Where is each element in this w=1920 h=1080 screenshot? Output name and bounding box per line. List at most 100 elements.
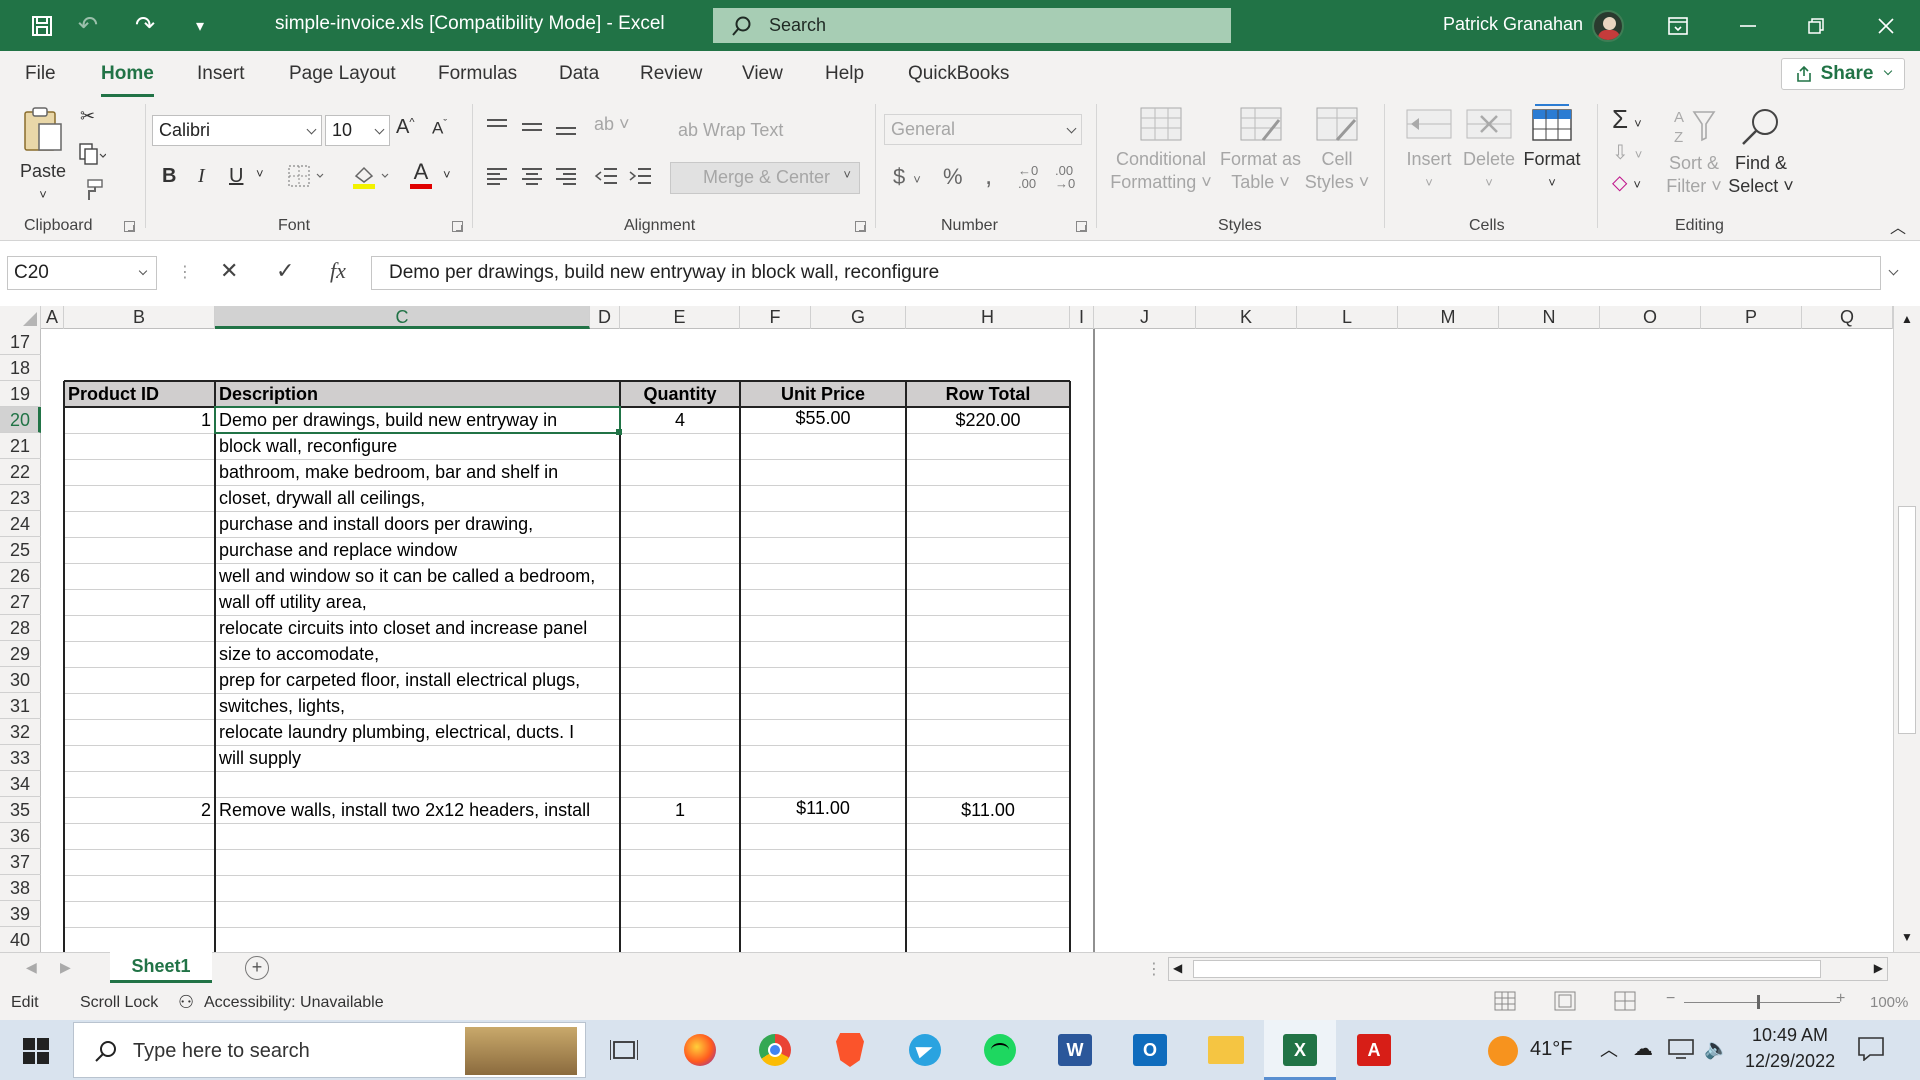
normal-view-icon[interactable] xyxy=(1494,991,1516,1016)
tab-file[interactable]: File xyxy=(25,63,56,85)
firefox-icon[interactable] xyxy=(684,1034,716,1066)
redo-icon[interactable]: ↷ xyxy=(125,0,165,51)
item1-unit-price[interactable]: $55.00 xyxy=(740,405,906,431)
item1-description-line[interactable]: wall off utility area, xyxy=(215,589,371,615)
clock-date[interactable]: 12/29/2022 xyxy=(1745,1051,1835,1072)
item1-description-line[interactable]: relocate laundry plumbing, electrical, d… xyxy=(215,719,578,745)
chrome-icon[interactable] xyxy=(759,1034,791,1066)
cut-icon[interactable]: ✂ xyxy=(80,106,95,127)
insert-function-icon[interactable]: fx xyxy=(330,258,346,284)
align-left-icon[interactable] xyxy=(486,166,508,191)
find-select-button[interactable]: Find & Select ˅ xyxy=(1728,106,1794,198)
item1-description-line[interactable]: prep for carpeted floor, install electri… xyxy=(215,667,584,693)
file-explorer-icon[interactable] xyxy=(1208,1036,1244,1064)
item1-description-line[interactable]: switches, lights, xyxy=(215,693,349,719)
title-search-box[interactable]: Search xyxy=(713,8,1231,43)
wrap-text-button[interactable]: ab Wrap Text xyxy=(678,120,783,141)
horizontal-scrollbar[interactable]: ◀ ▶ xyxy=(1168,957,1888,981)
format-as-table-button[interactable]: Format as Table ˅ xyxy=(1218,106,1303,194)
item1-description-line[interactable]: bathroom, make bedroom, bar and shelf in xyxy=(215,459,562,485)
spotify-icon[interactable] xyxy=(984,1034,1016,1066)
format-cells-button[interactable]: Format ˅ xyxy=(1521,102,1583,194)
clear-icon[interactable]: ◇ ˅ xyxy=(1612,170,1641,195)
share-button[interactable]: Share xyxy=(1781,58,1905,90)
underline-button[interactable]: U xyxy=(229,165,243,188)
telegram-icon[interactable] xyxy=(909,1034,941,1066)
item1-description-line[interactable]: purchase and install doors per drawing, xyxy=(215,511,537,537)
tab-split-grip-icon[interactable]: ⋮ xyxy=(1146,959,1162,979)
zoom-out-icon[interactable]: − xyxy=(1666,990,1675,1008)
font-family-select[interactable]: Calibri xyxy=(152,115,322,146)
task-view-icon[interactable] xyxy=(609,1036,639,1069)
excel-taskbar-button[interactable]: X xyxy=(1264,1020,1336,1080)
zoom-level[interactable]: 100% xyxy=(1870,994,1908,1011)
sort-filter-button[interactable]: AZ Sort & Filter ˅ xyxy=(1663,106,1725,198)
item1-description-line[interactable]: purchase and replace window xyxy=(215,537,461,563)
italic-button[interactable]: I xyxy=(198,165,205,188)
fill-color-icon[interactable] xyxy=(350,162,392,195)
windows-start-icon[interactable] xyxy=(23,1038,49,1069)
item1-quantity[interactable]: 4 xyxy=(620,407,740,433)
item2-quantity[interactable]: 1 xyxy=(620,797,740,823)
page-layout-view-icon[interactable] xyxy=(1554,991,1576,1016)
percent-format-button[interactable]: % xyxy=(943,164,963,190)
header-quantity[interactable]: Quantity xyxy=(620,381,740,407)
paste-button[interactable]: Paste ˅ xyxy=(18,104,68,206)
item2-row-total[interactable]: $11.00 xyxy=(906,797,1070,823)
align-right-icon[interactable] xyxy=(555,166,577,191)
avatar[interactable] xyxy=(1592,10,1624,42)
bottom-align-icon[interactable] xyxy=(555,118,577,141)
middle-align-icon[interactable] xyxy=(521,118,543,141)
scroll-up-icon[interactable]: ▲ xyxy=(1901,312,1913,326)
header-unit-price[interactable]: Unit Price xyxy=(740,381,906,407)
notification-center-icon[interactable] xyxy=(1858,1037,1884,1066)
scroll-right-icon[interactable]: ▶ xyxy=(1874,961,1883,975)
save-icon[interactable] xyxy=(22,0,62,51)
header-product-id[interactable]: Product ID xyxy=(64,381,215,407)
decrease-indent-icon[interactable] xyxy=(594,166,618,191)
scroll-left-icon[interactable]: ◀ xyxy=(1173,961,1182,975)
item2-product-id[interactable]: 2 xyxy=(64,797,215,823)
item1-product-id[interactable]: 1 xyxy=(64,407,215,433)
header-row-total[interactable]: Row Total xyxy=(906,381,1070,407)
scroll-down-icon[interactable]: ▼ xyxy=(1901,930,1913,944)
font-color-button[interactable]: A ˅ xyxy=(410,160,451,189)
fill-icon[interactable]: ⇩ ˅ xyxy=(1612,140,1642,165)
show-hidden-icons-icon[interactable]: ︿ xyxy=(1600,1036,1618,1062)
close-icon[interactable] xyxy=(1860,0,1912,51)
top-align-icon[interactable] xyxy=(486,118,508,141)
tab-data[interactable]: Data xyxy=(559,63,599,85)
worksheet-grid[interactable]: A B C D E F G H I J K L M N O P Q 17 18 … xyxy=(0,306,1920,952)
item2-unit-price[interactable]: $11.00 xyxy=(740,795,906,821)
vertical-scroll-thumb[interactable] xyxy=(1898,506,1916,734)
sheet-tab-sheet1[interactable]: Sheet1 xyxy=(110,952,212,983)
collapse-ribbon-icon[interactable]: ︿ xyxy=(1890,214,1906,238)
item2-description[interactable]: Remove walls, install two 2x12 headers, … xyxy=(215,797,594,823)
name-box[interactable]: C20 xyxy=(7,256,157,290)
restore-icon[interactable] xyxy=(1790,0,1842,51)
item1-description-line[interactable]: closet, drywall all ceilings, xyxy=(215,485,429,511)
underline-dropdown-icon[interactable]: ˅ xyxy=(256,166,264,181)
weather-icon[interactable] xyxy=(1488,1036,1518,1066)
clipboard-launcher-icon[interactable] xyxy=(124,221,135,232)
prev-sheet-icon[interactable]: ◀ xyxy=(26,959,37,976)
item1-description-line[interactable]: will supply xyxy=(215,745,305,771)
conditional-formatting-button[interactable]: Conditional Formatting ˅ xyxy=(1106,106,1216,194)
ribbon-display-options-icon[interactable] xyxy=(1652,0,1704,51)
tab-help[interactable]: Help xyxy=(825,63,864,85)
item1-row-total[interactable]: $220.00 xyxy=(906,407,1070,433)
tab-insert[interactable]: Insert xyxy=(197,63,245,85)
decrease-font-size-icon[interactable]: Aˇ xyxy=(432,118,447,139)
tab-page-layout[interactable]: Page Layout xyxy=(289,63,396,85)
tab-view[interactable]: View xyxy=(742,63,783,85)
align-center-icon[interactable] xyxy=(521,166,543,191)
orientation-icon[interactable]: ab ˅ xyxy=(594,114,630,135)
decrease-decimal-icon[interactable]: .00 →0 xyxy=(1055,164,1075,190)
number-launcher-icon[interactable] xyxy=(1076,221,1087,232)
page-break-view-icon[interactable] xyxy=(1614,991,1636,1016)
item1-description-line[interactable]: size to accomodate, xyxy=(215,641,383,667)
increase-indent-icon[interactable] xyxy=(628,166,652,191)
word-icon[interactable]: W xyxy=(1058,1034,1092,1066)
weather-temperature[interactable]: 41°F xyxy=(1530,1038,1572,1061)
item1-description-line[interactable]: block wall, reconfigure xyxy=(215,433,401,459)
